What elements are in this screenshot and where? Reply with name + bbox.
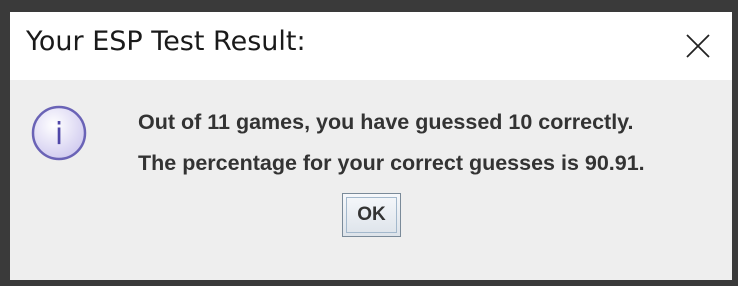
dialog-title: Your ESP Test Result:	[26, 26, 306, 57]
close-button[interactable]	[668, 16, 728, 76]
ok-button[interactable]: OK	[342, 193, 401, 237]
message-line-2: The percentage for your correct guesses …	[138, 151, 645, 175]
close-icon	[686, 34, 710, 58]
message-dialog: Your ESP Test Result: i Out of 11 games,…	[0, 0, 738, 286]
information-icon: i	[31, 105, 87, 161]
message-line-1: Out of 11 games, you have guessed 10 cor…	[138, 110, 634, 134]
dialog-content: i Out of 11 games, you have guessed 10 c…	[10, 80, 732, 280]
information-icon-glyph: i	[55, 117, 63, 152]
ok-button-label: OK	[357, 204, 386, 225]
title-bar[interactable]: Your ESP Test Result:	[10, 12, 732, 80]
